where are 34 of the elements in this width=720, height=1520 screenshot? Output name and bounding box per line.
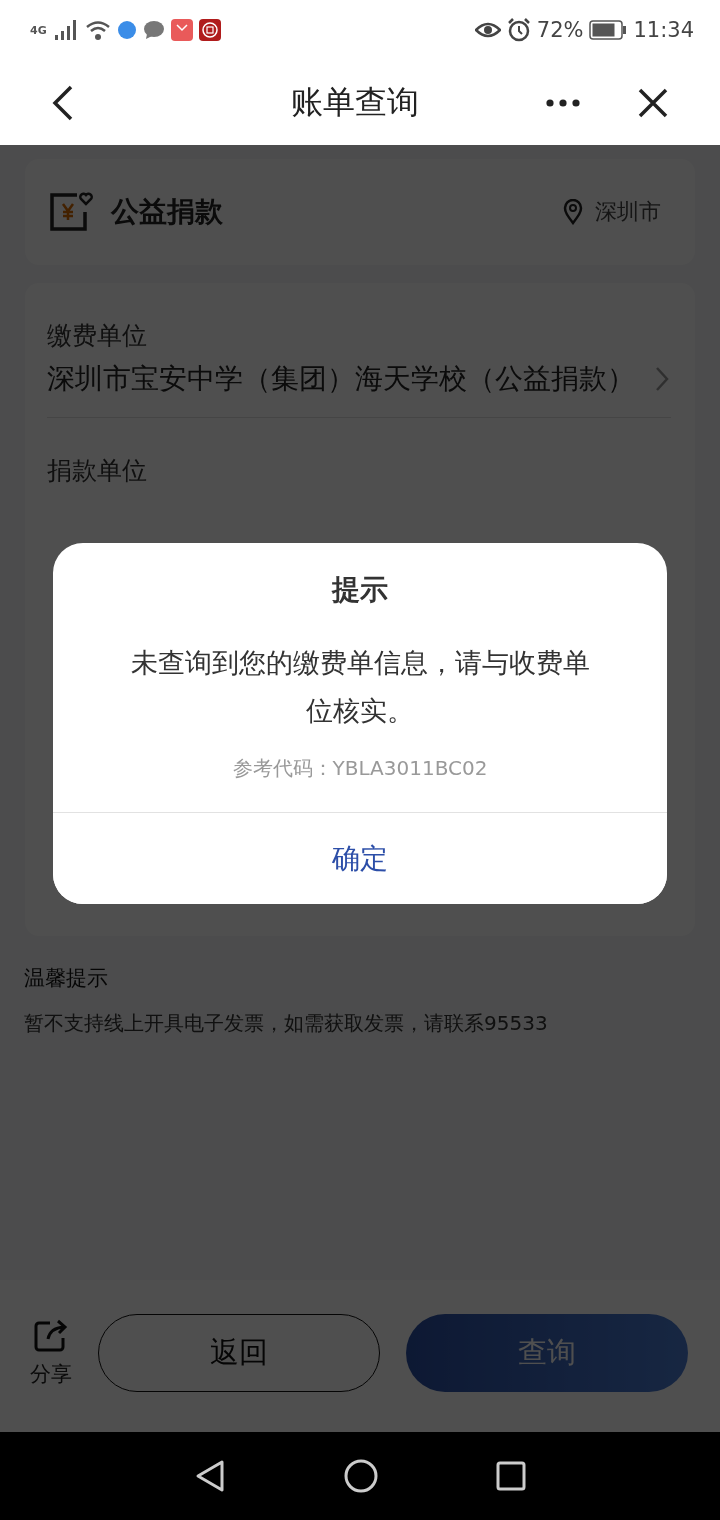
back-icon[interactable] — [194, 1459, 226, 1493]
home-icon[interactable] — [344, 1459, 378, 1493]
app-icon — [116, 20, 137, 40]
recent-apps-icon[interactable] — [496, 1461, 526, 1491]
dialog-message: 未查询到您的缴费单信息，请与收费单位核实。 — [129, 646, 591, 728]
bank-app-icon — [198, 19, 221, 41]
eye-icon — [474, 20, 501, 40]
field-label: 捐款单位 — [47, 455, 148, 487]
city-label[interactable]: 深圳市 — [595, 197, 661, 227]
close-icon[interactable] — [638, 87, 668, 118]
field-label: 缴费单位 — [47, 320, 148, 352]
page-title: 账单查询 — [290, 81, 420, 123]
reference-code: 参考代码：YBLA3011BC02 — [232, 755, 488, 782]
battery-icon — [589, 20, 628, 40]
wifi-icon — [84, 19, 111, 41]
clock-time: 11:34 — [633, 18, 694, 42]
back-icon[interactable] — [52, 84, 74, 121]
share-icon[interactable] — [34, 1318, 68, 1352]
network-label: 4G — [30, 23, 47, 37]
app-icon — [170, 19, 193, 41]
tips-text: 暂不支持线上开具电子发票，如需获取发票，请联系95533 — [24, 1010, 549, 1037]
field-value[interactable]: 深圳市宝安中学（集团）海天学校（公益捐款） — [47, 357, 635, 401]
share-label[interactable]: 分享 — [30, 1360, 72, 1388]
battery-percent: 72% — [536, 18, 584, 42]
category-title: 公益捐款 — [111, 194, 223, 230]
donation-icon — [49, 192, 93, 232]
back-button[interactable]: 返回 — [98, 1314, 380, 1392]
tips-title: 温馨提示 — [24, 965, 109, 992]
signal-icon — [52, 19, 79, 41]
alarm-icon — [506, 18, 531, 42]
confirm-button[interactable]: 确定 — [53, 812, 667, 904]
dialog-title: 提示 — [332, 572, 388, 608]
chat-icon — [142, 20, 165, 40]
more-icon[interactable] — [546, 98, 580, 107]
